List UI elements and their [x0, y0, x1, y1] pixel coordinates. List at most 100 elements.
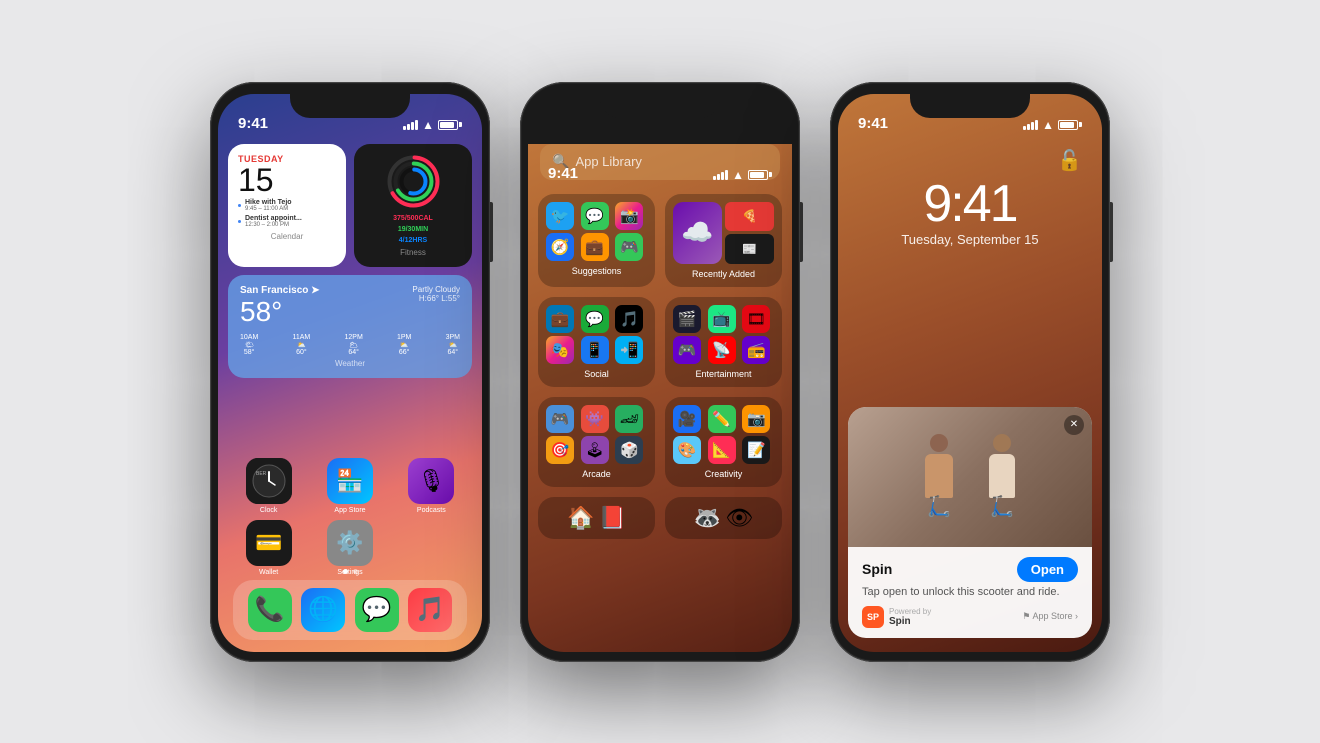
f1-time: 10AM: [240, 334, 258, 341]
photo-scene: 🛴 🛴: [915, 424, 1025, 529]
f4-icon: ⛅: [397, 341, 411, 349]
status-time-3: 9:41: [858, 115, 888, 132]
wifi-icon-3: ▲: [1042, 118, 1054, 132]
f3-icon: 🌥: [344, 341, 362, 349]
cal-label: Calendar: [238, 232, 336, 241]
dot-2: [353, 569, 358, 574]
fitness-rings: [386, 154, 441, 209]
youtube-icon: 📡: [708, 336, 736, 364]
app-grid: BER Clock 🏪 App Store 🎙 Podcasts: [228, 458, 472, 582]
dock-messages[interactable]: 💬: [355, 588, 399, 632]
app-wallet[interactable]: 💳 Wallet: [246, 520, 292, 576]
messages-icon: 💬: [581, 202, 609, 230]
arcade-icon1: 🎮: [546, 405, 574, 433]
folder-recently-added[interactable]: ☁️ 🍕 📰 Recently Added: [665, 194, 782, 287]
folder-suggestions[interactable]: 🐦 💬 📸 🧭 💼 🎮 Suggestions: [538, 194, 655, 287]
battery-icon-3: [1058, 120, 1082, 130]
app-placeholder: [408, 520, 454, 576]
creativity-icon5: 📐: [708, 436, 736, 464]
notif-footer: SP Powered by Spin ⚑ App Store ›: [862, 606, 1078, 628]
folder-social[interactable]: 💼 💬 🎵 🎭 📱 📲 Social: [538, 297, 655, 387]
bottom-icon-2: 📕: [599, 505, 626, 531]
recently-icon-3: 📰: [725, 234, 774, 264]
app-settings[interactable]: ⚙️ Settings: [327, 520, 373, 576]
bottom-icon-1: 🏠: [567, 505, 594, 531]
powered-app: Spin: [889, 616, 931, 627]
notif-body: Spin Open Tap open to unlock this scoote…: [848, 547, 1092, 638]
folder-arcade[interactable]: 🎮 👾 🏎 🎯 🕹 🎲 Arcade: [538, 397, 655, 487]
hulu-icon: 📺: [708, 305, 736, 333]
bar2-3: [1027, 124, 1030, 130]
clock-label: Clock: [260, 507, 278, 514]
app-clock[interactable]: BER Clock: [246, 458, 292, 514]
bottom-icon-4: 👁: [725, 505, 753, 531]
twitter-icon: 🐦: [546, 202, 574, 230]
f5-temp: 64°: [446, 349, 460, 356]
folder-suggestions-label: Suggestions: [546, 266, 647, 276]
weather-hl: H:66° L:55°: [412, 294, 460, 303]
safari-icon: 🧭: [546, 233, 574, 261]
creativity-icon4: 🎨: [673, 436, 701, 464]
bar2-2: [717, 174, 720, 180]
widget-fitness[interactable]: 375/500CAL 19/30MIN 4/12HRS Fitness: [354, 144, 472, 268]
widget-weather[interactable]: San Francisco ➤ 58° Partly Cloudy H:66° …: [228, 275, 472, 378]
notification-card[interactable]: 🛴 🛴 ✕: [848, 407, 1092, 638]
bar4-3: [1035, 120, 1038, 130]
person-1: 🛴: [925, 434, 953, 519]
bar1: [403, 126, 406, 130]
signal-icon-2: [713, 170, 728, 180]
notif-powered-by: SP Powered by Spin: [862, 606, 931, 628]
arcade-icon3: 🏎: [615, 405, 643, 433]
dock: 📞 🌐 💬 🎵: [233, 580, 467, 640]
notif-photo: 🛴 🛴 ✕: [848, 407, 1092, 547]
appstore-link[interactable]: ⚑ App Store ›: [1022, 611, 1078, 622]
f5-icon: ⛅: [446, 341, 460, 349]
folder-creativity-label: Creativity: [673, 469, 774, 479]
event-1-time: 9:45 – 11:00 AM: [245, 206, 292, 212]
status-icons-3: ▲: [1023, 118, 1082, 132]
notif-open-button[interactable]: Open: [1017, 557, 1078, 582]
tiktok-icon: 🎵: [615, 305, 643, 333]
f1-temp: 58°: [240, 349, 258, 356]
wifi-icon-2: ▲: [732, 168, 744, 182]
app-appstore[interactable]: 🏪 App Store: [327, 458, 373, 514]
dock-phone[interactable]: 📞: [248, 588, 292, 632]
appstore-icon-img: 🏪: [327, 458, 373, 504]
app-library-bg: 9:41 ▲ 🔍 Ap: [528, 144, 792, 652]
bottom-icon-3: 🦝: [694, 505, 721, 531]
forecast-1: 10AM 🌤 58°: [240, 334, 258, 356]
cal-date: 15: [238, 164, 336, 196]
status-icons-2: ▲: [713, 168, 772, 182]
notif-close-button[interactable]: ✕: [1064, 415, 1084, 435]
person-2: 🛴: [989, 434, 1015, 519]
wallet-icon-img: 💳: [246, 520, 292, 566]
forecast-5: 3PM ⛅ 64°: [446, 334, 460, 356]
folder-creativity[interactable]: 🎥 ✏️ 📷 🎨 📐 📝 Creativity: [665, 397, 782, 487]
widget-calendar[interactable]: TUESDAY 15 Hike with Tejo 9:45 – 11:00 A…: [228, 144, 346, 268]
app6-icon: 🎮: [615, 233, 643, 261]
dot-1: [343, 569, 348, 574]
f4-temp: 66°: [397, 349, 411, 356]
dock-music[interactable]: 🎵: [408, 588, 452, 632]
app-library-grid: 🐦 💬 📸 🧭 💼 🎮 Suggestions ☁️ 🍕 📰: [528, 194, 792, 487]
arcade-icon2: 👾: [581, 405, 609, 433]
folder-entertainment-apps: 🎬 📺 🎞 🎮 📡 📻: [673, 305, 774, 364]
weather-temp: 58°: [240, 296, 320, 328]
facebook-icon: 📱: [581, 336, 609, 364]
app-podcasts[interactable]: 🎙 Podcasts: [408, 458, 454, 514]
event-dot-2: [238, 220, 241, 223]
notif-title: Spin: [862, 561, 892, 577]
folder-entertainment[interactable]: 🎬 📺 🎞 🎮 📡 📻 Entertainment: [665, 297, 782, 387]
bar1-2: [713, 176, 716, 180]
hrs-stat: 4/12HRS: [393, 235, 433, 246]
recently-icon-2: 🍕: [725, 202, 774, 232]
dock-safari[interactable]: 🌐: [301, 588, 345, 632]
arcade-icon5: 🕹: [581, 436, 609, 464]
lock-time: 9:41: [838, 174, 1102, 234]
widget-row-top: TUESDAY 15 Hike with Tejo 9:45 – 11:00 A…: [228, 144, 472, 268]
netflix-icon: 🎞: [742, 305, 770, 333]
home-screen-bg: 9:41 ▲: [218, 94, 482, 652]
ent-icon4: 🎮: [673, 336, 701, 364]
settings-icon-img: ⚙️: [327, 520, 373, 566]
scooter-1: 🛴: [927, 494, 952, 519]
